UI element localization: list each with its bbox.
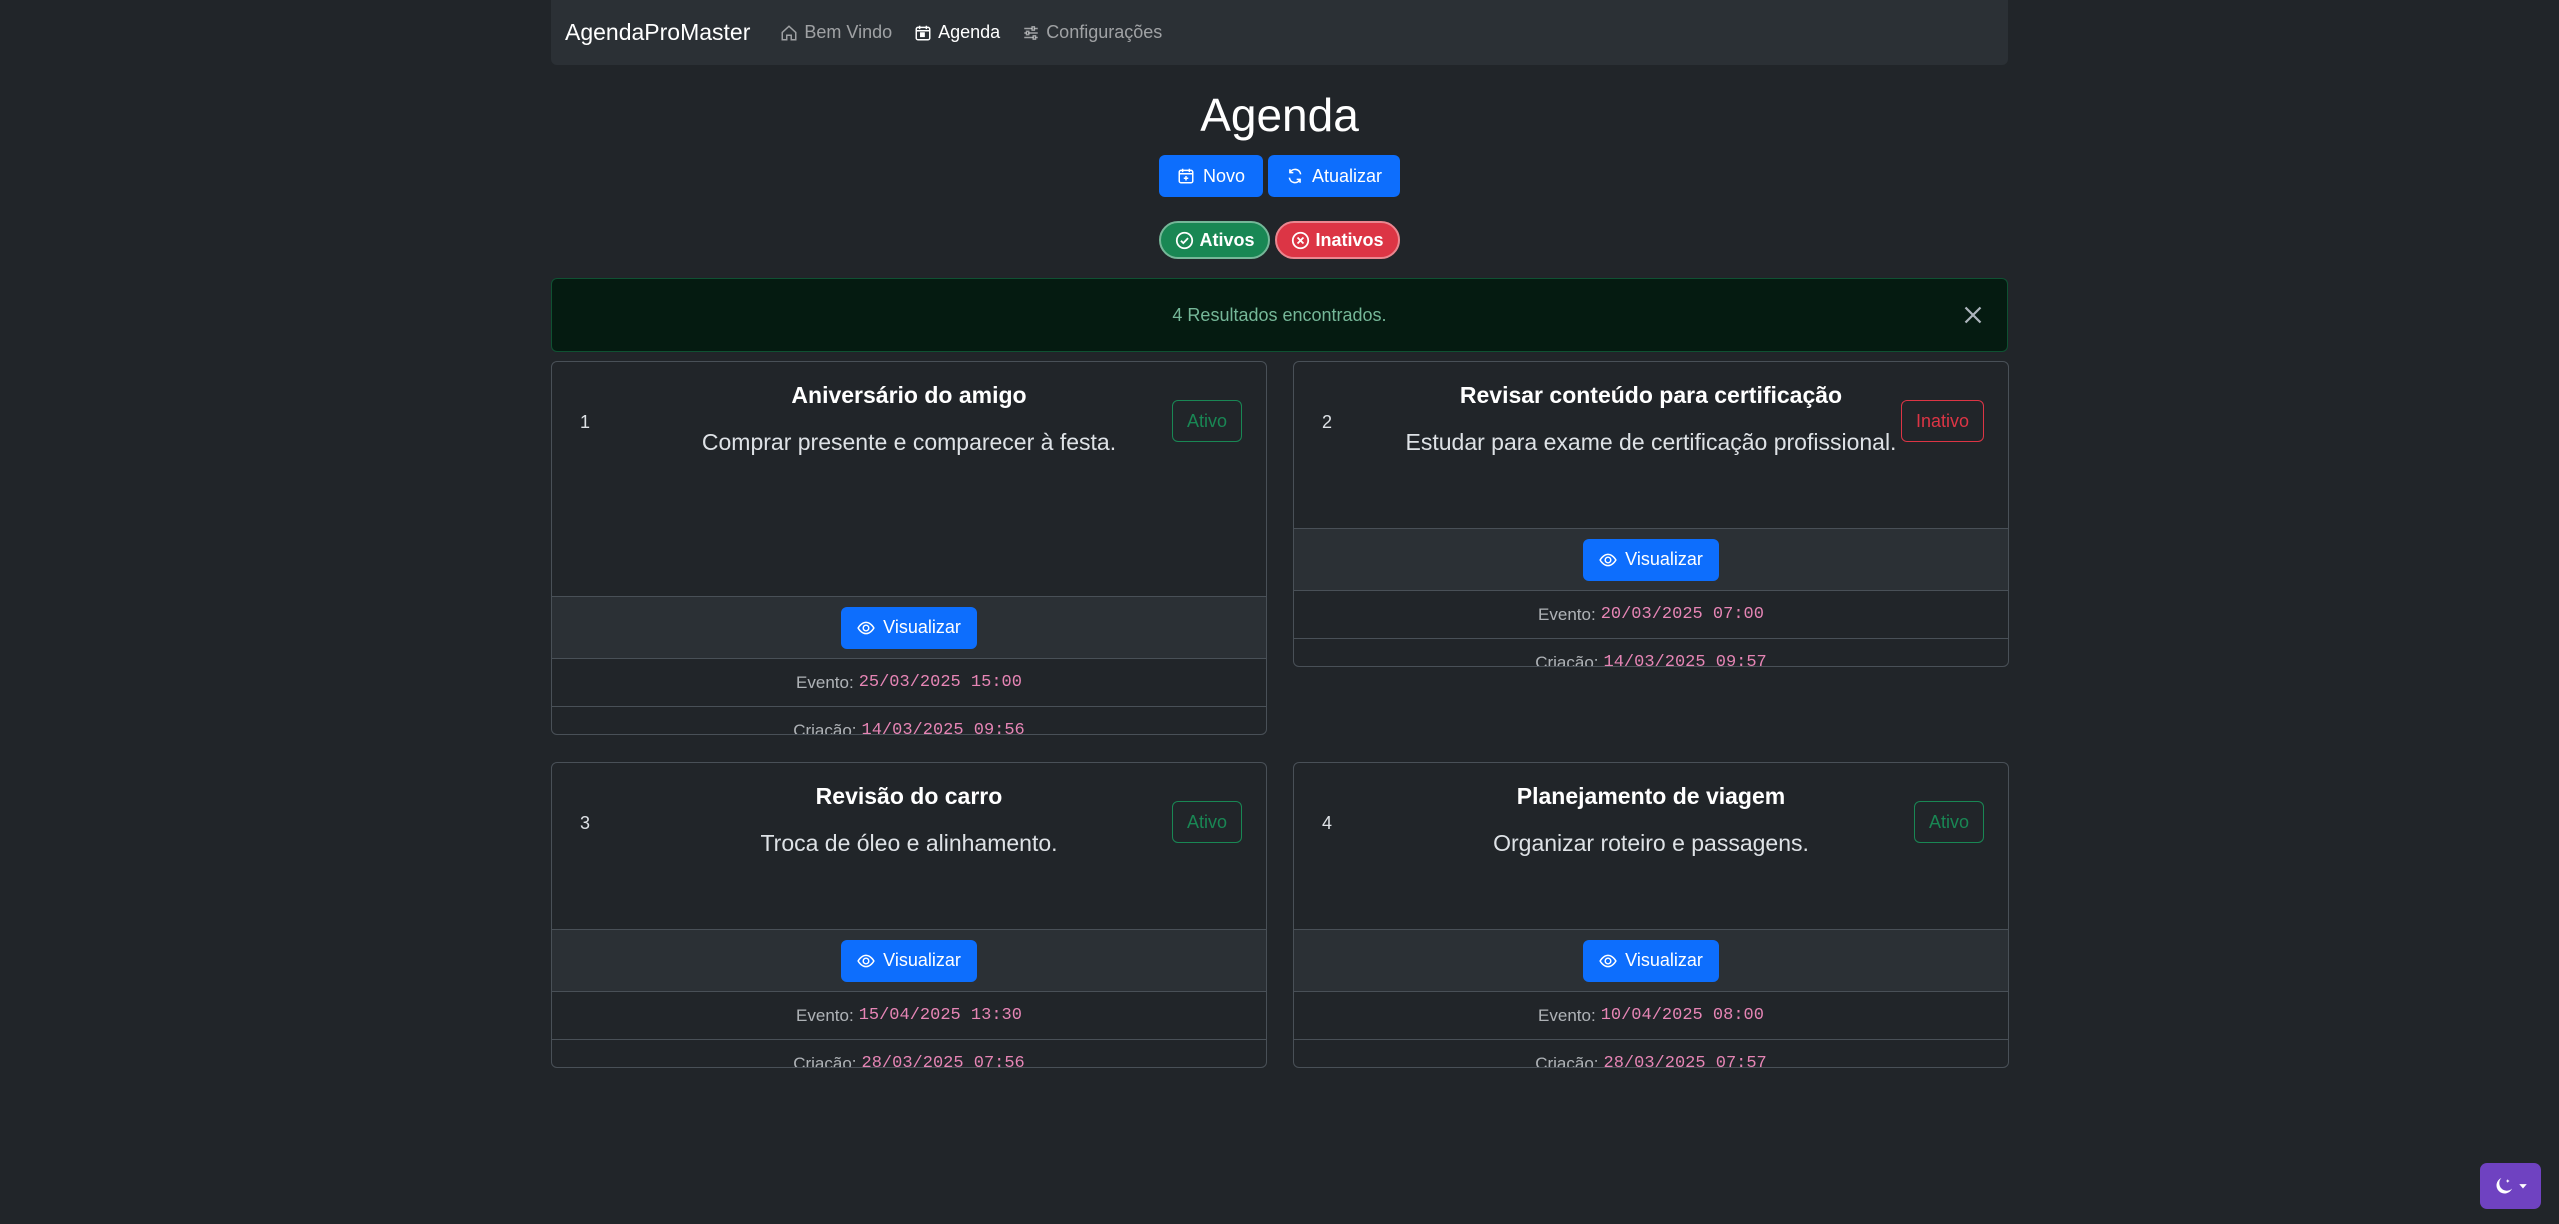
calendar-plus-icon	[1178, 168, 1194, 184]
created-date-row: Criação: 28/03/2025 07:57	[1294, 1039, 2008, 1068]
filter-active-label: Ativos	[1199, 229, 1255, 250]
card-footer: Visualizar	[1294, 929, 2008, 991]
event-card: 2 Revisar conteúdo para certificação Est…	[1293, 361, 2009, 667]
house-icon	[781, 24, 797, 40]
event-date-label: Evento:	[1538, 1005, 1596, 1025]
card-title: Aniversário do amigo	[791, 382, 1027, 408]
event-date-label: Evento:	[796, 672, 854, 692]
card-footer: Visualizar	[1294, 528, 2008, 590]
card-body: 3 Revisão do carro Troca de óleo e alinh…	[552, 783, 1266, 929]
event-date-label: Evento:	[1538, 604, 1596, 624]
card-body: 1 Aniversário do amigo Comprar presente …	[552, 382, 1266, 596]
view-button-label: Visualizar	[1625, 549, 1703, 569]
created-date-row: Criação: 14/03/2025 09:56	[552, 706, 1266, 735]
event-card: 4 Planejamento de viagem Organizar rotei…	[1293, 762, 2009, 1068]
status-filters: Ativos Inativos	[551, 221, 2008, 259]
view-button-label: Visualizar	[883, 617, 961, 637]
event-date-value: 15/04/2025 13:30	[858, 1006, 1022, 1025]
view-button[interactable]: Visualizar	[841, 606, 977, 649]
view-button-label: Visualizar	[883, 950, 961, 970]
toolbar: Novo Atualizar	[551, 155, 2008, 197]
refresh-icon	[1288, 168, 1302, 184]
filter-inactive-button[interactable]: Inativos	[1275, 221, 1400, 259]
created-date-label: Criação:	[1535, 1053, 1599, 1068]
check-circle-icon	[1176, 231, 1194, 249]
card-footer: Visualizar	[552, 929, 1266, 991]
eye-icon	[1599, 954, 1617, 967]
card-number: 4	[1322, 813, 1333, 833]
view-button[interactable]: Visualizar	[1583, 538, 1719, 581]
card-body: 4 Planejamento de viagem Organizar rotei…	[1294, 783, 2008, 929]
view-button-label: Visualizar	[1625, 950, 1703, 970]
nav-link-agenda[interactable]: Agenda	[914, 22, 1000, 43]
eye-icon	[857, 621, 875, 634]
view-button[interactable]: Visualizar	[841, 939, 977, 982]
event-date-value: 10/04/2025 08:00	[1600, 1006, 1764, 1025]
page-title: Agenda	[1200, 89, 1359, 141]
status-badge: Inativo	[1900, 400, 1984, 442]
created-date-value: 14/03/2025 09:56	[861, 721, 1025, 735]
results-alert: 4 Resultados encontrados.	[551, 278, 2008, 352]
event-date-row: Evento: 20/03/2025 07:00	[1294, 590, 2008, 638]
close-icon[interactable]	[1961, 303, 1985, 327]
created-date-value: 14/03/2025 09:57	[1603, 653, 1767, 667]
sliders-icon	[1024, 25, 1038, 40]
created-date-value: 28/03/2025 07:57	[1603, 1054, 1767, 1068]
card-description: Organizar roteiro e passagens.	[1493, 830, 1809, 856]
card-title: Revisão do carro	[815, 783, 1003, 809]
nav-link-configuracoes[interactable]: Configurações	[1022, 22, 1162, 43]
nav-link-label: Bem Vindo	[804, 22, 893, 42]
event-card: 3 Revisão do carro Troca de óleo e alinh…	[551, 762, 1267, 1068]
card-number: 1	[580, 412, 591, 432]
new-button-label: Novo	[1202, 165, 1245, 186]
status-badge: Ativo	[1171, 400, 1242, 442]
card-number: 3	[580, 813, 591, 833]
event-date-label: Evento:	[796, 1005, 854, 1025]
caret-down-icon	[2518, 1184, 2527, 1189]
card-description: Troca de óleo e alinhamento.	[760, 830, 1058, 856]
event-date-row: Evento: 10/04/2025 08:00	[1294, 991, 2008, 1039]
created-date-label: Criação:	[793, 720, 857, 735]
nav-link-bem-vindo[interactable]: Bem Vindo	[780, 22, 892, 43]
theme-toggle-button[interactable]	[2480, 1163, 2541, 1209]
status-badge: Ativo	[1913, 801, 1984, 843]
nav-link-label: Agenda	[938, 22, 1001, 42]
card-description: Comprar presente e comparecer à festa.	[701, 429, 1117, 455]
nav-link-label: Configurações	[1046, 22, 1163, 42]
navbar-brand[interactable]: AgendaProMaster	[565, 19, 750, 46]
calendar-icon	[915, 25, 931, 40]
event-date-row: Evento: 15/04/2025 13:30	[552, 991, 1266, 1039]
filter-active-button[interactable]: Ativos	[1159, 221, 1271, 259]
card-title: Planejamento de viagem	[1516, 783, 1786, 809]
event-date-value: 20/03/2025 07:00	[1600, 605, 1764, 624]
created-date-row: Criação: 14/03/2025 09:57	[1294, 638, 2008, 667]
new-button[interactable]: Novo	[1158, 155, 1263, 197]
event-date-row: Evento: 25/03/2025 15:00	[552, 658, 1266, 706]
event-date-value: 25/03/2025 15:00	[858, 673, 1022, 692]
view-button[interactable]: Visualizar	[1583, 939, 1719, 982]
results-alert-text: 4 Resultados encontrados.	[1172, 304, 1387, 325]
moon-icon	[2496, 1177, 2512, 1194]
refresh-button-label: Atualizar	[1312, 165, 1383, 186]
refresh-button[interactable]: Atualizar	[1268, 155, 1401, 197]
main-container: AgendaProMaster Bem Vindo Agenda Configu…	[551, 0, 2009, 1068]
status-badge: Ativo	[1171, 801, 1242, 843]
card-number: 2	[1322, 412, 1333, 432]
x-circle-icon	[1292, 231, 1310, 249]
filter-inactive-label: Inativos	[1315, 229, 1384, 250]
created-date-value: 28/03/2025 07:56	[861, 1054, 1025, 1068]
card-body: 2 Revisar conteúdo para certificação Est…	[1294, 382, 2008, 528]
card-footer: Visualizar	[552, 596, 1266, 658]
event-card: 1 Aniversário do amigo Comprar presente …	[551, 361, 1267, 735]
eye-icon	[1599, 553, 1617, 566]
created-date-row: Criação: 28/03/2025 07:56	[552, 1039, 1266, 1068]
created-date-label: Criação:	[1535, 652, 1599, 667]
eye-icon	[857, 954, 875, 967]
created-date-label: Criação:	[793, 1053, 857, 1068]
navbar: AgendaProMaster Bem Vindo Agenda Configu…	[551, 0, 2008, 65]
